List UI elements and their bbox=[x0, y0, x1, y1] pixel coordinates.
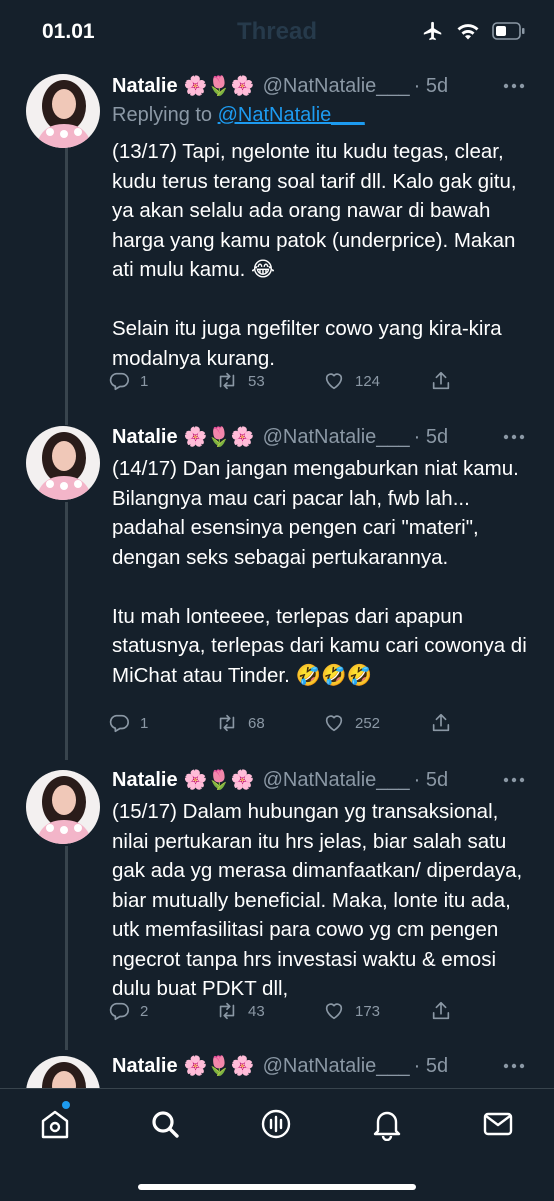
home-icon[interactable] bbox=[38, 1107, 72, 1141]
spaces-icon[interactable] bbox=[259, 1107, 293, 1141]
search-icon[interactable] bbox=[148, 1107, 182, 1141]
user-handle[interactable]: @NatNatalie___ bbox=[263, 1055, 410, 1078]
messages-icon[interactable] bbox=[481, 1107, 515, 1141]
display-name[interactable]: Natalie bbox=[112, 1055, 178, 1078]
tweet-time: · 5d bbox=[413, 1054, 449, 1077]
notifications-icon[interactable] bbox=[370, 1107, 404, 1141]
name-emojis: 🌸🌷🌸 bbox=[183, 1056, 255, 1077]
home-notification-dot bbox=[62, 1101, 70, 1109]
tweet[interactable]: Natalie 🌸🌷🌸 @NatNatalie___ · 5d bbox=[0, 0, 554, 1130]
home-indicator bbox=[138, 1184, 416, 1190]
tweet-header: Natalie 🌸🌷🌸 @NatNatalie___ · 5d bbox=[112, 1052, 448, 1080]
more-options-icon[interactable] bbox=[502, 1056, 526, 1076]
